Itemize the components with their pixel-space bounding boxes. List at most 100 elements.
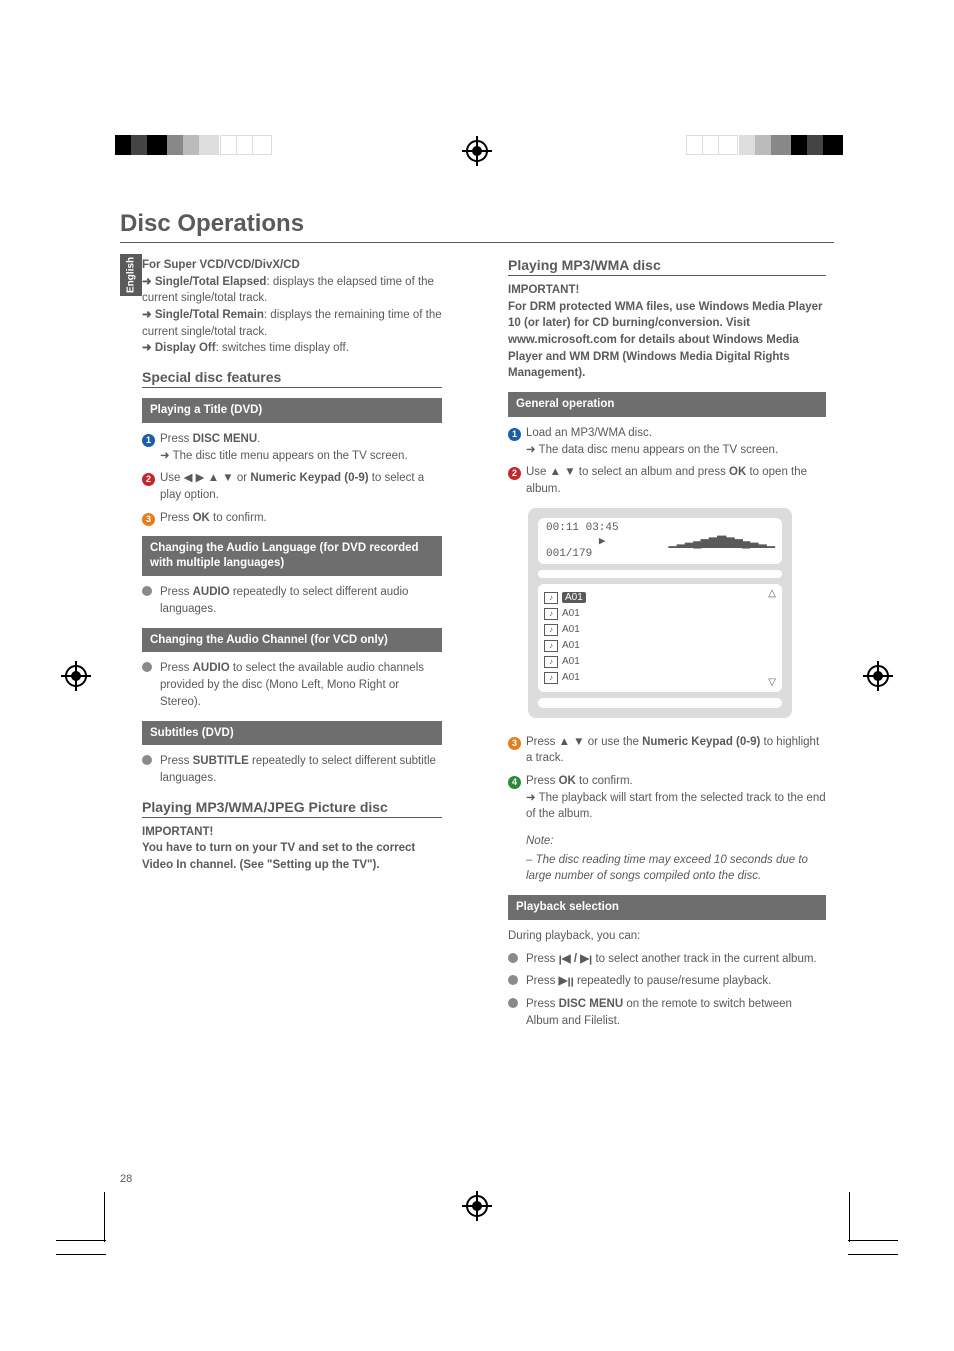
crop-mark (848, 1240, 898, 1241)
color-bar-left (115, 135, 268, 160)
panel-list: △ ♪ A01 ♪ A01 ♪ A01 ♪ A01 ♪ A01 ♪ A01 ▽ (538, 584, 782, 692)
svcd-line2: ➜ Single/Total Remain: displays the rema… (142, 307, 442, 340)
step-text: repeatedly to pause/resume playback. (574, 975, 772, 987)
step-sub-text: ➜ The playback will start from the selec… (526, 792, 826, 821)
step-text: to select another track in the current a… (592, 953, 816, 965)
step-text: Use ▲ ▼ to select an album and press (526, 466, 729, 478)
playback-selection-block: Playback selection (508, 895, 826, 920)
step-text-bold: OK (559, 775, 576, 787)
panel-time: 00:11 03:45 (546, 522, 619, 534)
bullet-icon (508, 998, 518, 1008)
step-text: Press (160, 662, 193, 674)
step-number-icon: 1 (142, 434, 155, 447)
list-item-label: A01 (562, 656, 580, 667)
step-text: . (257, 433, 260, 445)
crop-mark (104, 1192, 105, 1242)
label-bold: Single/Total Elapsed (155, 276, 267, 288)
step-number-icon: 1 (508, 428, 521, 441)
step-text: Press (160, 433, 193, 445)
step-3: 3 Press OK to confirm. (142, 510, 442, 527)
list-item-label: A01 (562, 608, 580, 619)
scroll-up-icon: △ (768, 588, 776, 599)
step-text: Press ▲ ▼ or use the (526, 736, 642, 748)
pb-step-2: Press ▶ꞁꞁ repeatedly to pause/resume pla… (508, 973, 826, 990)
panel-count: 001/179 (546, 548, 592, 560)
step-1: 1 Press DISC MENU. ➜ The disc title menu… (142, 431, 442, 464)
left-column: For Super VCD/VCD/DivX/CD ➜ Single/Total… (142, 257, 442, 1035)
svcd-line1: ➜ Single/Total Elapsed: displays the ela… (142, 274, 442, 307)
audio-language-step: Press AUDIO repeatedly to select differe… (142, 584, 442, 617)
arrow-icon: ➜ (142, 276, 155, 288)
mp3-picture-heading: Playing MP3/WMA/JPEG Picture disc (142, 799, 442, 815)
step-text-bold: Numeric Keypad (0-9) (642, 736, 760, 748)
list-item: ♪ A01 (544, 654, 776, 670)
subtitles-block: Subtitles (DVD) (142, 721, 442, 746)
music-note-icon: ♪ (544, 640, 558, 652)
step-text: Use ◀ ▶ ▲ ▼ or (160, 472, 250, 484)
section-underline (508, 275, 826, 276)
step-2: 2 Use ◀ ▶ ▲ ▼ or Numeric Keypad (0-9) to… (142, 470, 442, 503)
music-note-icon: ♪ (544, 592, 558, 604)
important-text: For DRM protected WMA files, use Windows… (508, 299, 826, 382)
special-disc-heading: Special disc features (142, 369, 442, 385)
page-content: Disc Operations English For Super VCD/VC… (120, 210, 834, 1035)
step-text-bold: OK (193, 512, 210, 524)
play-icon: ▶ (599, 536, 606, 548)
important-label: IMPORTANT! (142, 824, 442, 841)
note-text: – The disc reading time may exceed 10 se… (526, 852, 826, 885)
playing-title-block: Playing a Title (DVD) (142, 398, 442, 423)
list-item-label: A01 (562, 624, 580, 635)
panel-spacer (538, 698, 782, 708)
during-playback-text: During playback, you can: (508, 928, 826, 945)
r-step-3: 3 Press ▲ ▼ or use the Numeric Keypad (0… (508, 734, 826, 767)
r-step-2: 2 Use ▲ ▼ to select an album and press O… (508, 464, 826, 497)
label-bold: Display Off (155, 342, 216, 354)
list-item: ♪ A01 (544, 622, 776, 638)
music-note-icon: ♪ (544, 656, 558, 668)
step-text: Load an MP3/WMA disc. (526, 427, 652, 439)
section-underline (142, 387, 442, 388)
step-text-bold: Numeric Keypad (0-9) (250, 472, 368, 484)
list-item: ♪ A01 (544, 590, 776, 606)
music-note-icon: ♪ (544, 624, 558, 636)
language-tab: English (120, 254, 142, 296)
mp3-wma-heading: Playing MP3/WMA disc (508, 257, 826, 273)
step-text: Press (526, 953, 559, 965)
page-number: 28 (120, 1173, 132, 1185)
step-text: Press (526, 775, 559, 787)
step-text-bold: OK (729, 466, 746, 478)
registration-mark-top (466, 140, 488, 162)
crop-mark (849, 1192, 850, 1242)
right-column: Playing MP3/WMA disc IMPORTANT! For DRM … (508, 257, 826, 1035)
bullet-icon (508, 975, 518, 985)
bullet-icon (508, 953, 518, 963)
scroll-down-icon: ▽ (768, 677, 776, 688)
step-text-bold: DISC MENU (559, 998, 624, 1010)
step-text: to confirm. (576, 775, 633, 787)
step-text: Press (160, 755, 193, 767)
display-panel: 00:11 03:45 ▶ 001/179 ▁▂▃▄▅▆▇▆▅▄▃▂▁ △ ♪A… (528, 508, 792, 718)
step-text: Press (160, 512, 193, 524)
step-sub-text: ➜ The disc title menu appears on the TV … (160, 450, 408, 462)
color-bar-right (686, 135, 839, 160)
step-number-icon: 2 (142, 473, 155, 486)
arrow-icon: ➜ (142, 342, 155, 354)
step-text: Press (526, 998, 559, 1010)
audio-language-block: Changing the Audio Language (for DVD rec… (142, 536, 442, 576)
important-label: IMPORTANT! (508, 282, 826, 299)
audio-channel-block: Changing the Audio Channel (for VCD only… (142, 628, 442, 653)
panel-spacer (538, 570, 782, 578)
subtitles-step: Press SUBTITLE repeatedly to select diff… (142, 753, 442, 786)
label-text: : switches time display off. (216, 342, 349, 354)
step-text-bold: DISC MENU (193, 433, 258, 445)
note-label: Note: (526, 833, 826, 850)
registration-mark-bottom (466, 1195, 488, 1217)
crop-mark (56, 1240, 106, 1241)
step-number-icon: 3 (508, 737, 521, 750)
r-step-4: 4 Press OK to confirm. ➜ The playback wi… (508, 773, 826, 823)
list-item-label: A01 (562, 592, 586, 603)
arrow-icon: ➜ (142, 309, 155, 321)
important-text: You have to turn on your TV and set to t… (142, 840, 442, 873)
step-text: Press (160, 586, 193, 598)
registration-mark-left (65, 665, 87, 687)
